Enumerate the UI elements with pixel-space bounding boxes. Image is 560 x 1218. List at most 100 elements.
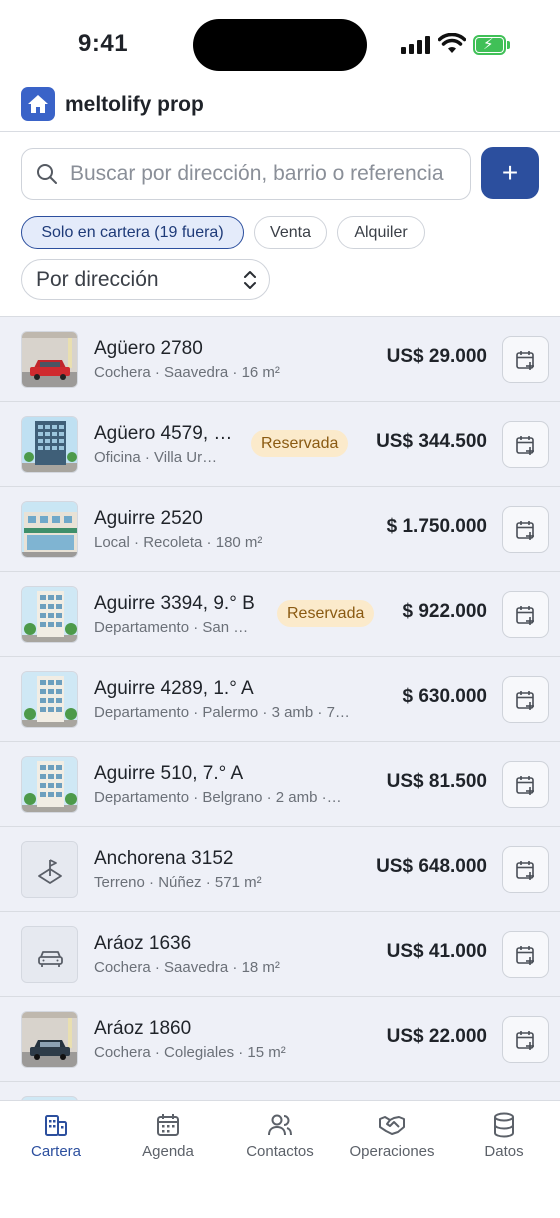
calendar-add-icon bbox=[515, 945, 534, 965]
tab-datos[interactable]: Datos bbox=[448, 1111, 560, 1171]
property-price: US$ 81.500 bbox=[386, 771, 487, 792]
property-price: US$ 41.000 bbox=[386, 941, 487, 962]
property-price: US$ 648.000 bbox=[376, 856, 487, 877]
property-row[interactable]: Aráoz 1860 Cochera · Colegiales · 15 m² … bbox=[0, 997, 560, 1082]
property-thumbnail-garage bbox=[21, 331, 78, 388]
property-address: Aráoz 1860 bbox=[94, 1018, 192, 1039]
property-price: US$ 22.000 bbox=[386, 1026, 487, 1047]
property-row[interactable]: Anchorena 3152 Terreno · Núñez · 571 m² … bbox=[0, 827, 560, 912]
property-thumbnail-office bbox=[21, 416, 78, 473]
land-plot-icon bbox=[21, 841, 78, 898]
wifi-icon bbox=[438, 33, 466, 53]
property-row[interactable]: Agüero 4579, … Oficina · Villa Ur… Reser… bbox=[0, 402, 560, 487]
dynamic-island bbox=[193, 19, 367, 71]
sort-select-value: Por dirección bbox=[36, 268, 159, 291]
chevron-up-down-icon bbox=[244, 271, 256, 289]
calendar-add-icon bbox=[515, 520, 534, 540]
property-address: Agüero 2780 bbox=[94, 338, 203, 359]
sort-select[interactable]: Por dirección bbox=[21, 259, 270, 300]
status-badge: Reservada bbox=[251, 430, 349, 457]
property-row[interactable]: Aguirre 510, 7.° A Departamento · Belgra… bbox=[0, 742, 560, 827]
handshake-icon bbox=[379, 1116, 405, 1135]
property-thumbnail-apartment bbox=[21, 586, 78, 643]
property-details: Cochera · Colegiales · 15 m² bbox=[94, 1044, 286, 1061]
property-address: Aguirre 4289, 1.° A bbox=[94, 678, 254, 699]
tab-label: Operaciones bbox=[349, 1143, 435, 1160]
property-details: Terreno · Núñez · 571 m² bbox=[94, 874, 262, 891]
property-thumbnail-garage bbox=[21, 1011, 78, 1068]
status-badge: Reservada bbox=[277, 600, 375, 627]
tab-label: Cartera bbox=[30, 1143, 82, 1160]
schedule-visit-button[interactable] bbox=[502, 591, 549, 638]
schedule-visit-button[interactable] bbox=[502, 676, 549, 723]
schedule-visit-button[interactable] bbox=[502, 931, 549, 978]
property-row[interactable] bbox=[0, 1082, 560, 1100]
filter-chip-alquiler[interactable]: Alquiler bbox=[337, 216, 425, 249]
tab-operaciones[interactable]: Operaciones bbox=[336, 1111, 448, 1171]
calendar-add-icon bbox=[515, 690, 534, 710]
app-header: meltolify prop bbox=[0, 80, 560, 132]
calendar-add-icon bbox=[515, 1030, 534, 1050]
calendar-add-icon bbox=[515, 350, 534, 370]
database-icon bbox=[494, 1112, 514, 1138]
property-details: Departamento · San … bbox=[94, 619, 249, 636]
schedule-visit-button[interactable] bbox=[502, 1016, 549, 1063]
status-time: 9:41 bbox=[78, 30, 129, 57]
search-icon bbox=[37, 164, 57, 184]
property-address: Aráoz 1636 bbox=[94, 933, 192, 954]
search-bar[interactable] bbox=[21, 148, 471, 200]
property-address: Anchorena 3152 bbox=[94, 848, 234, 869]
property-thumbnail-apartment bbox=[21, 671, 78, 728]
tab-cartera[interactable]: Cartera bbox=[0, 1111, 112, 1171]
app-title: meltolify prop bbox=[65, 93, 204, 116]
calendar-icon bbox=[157, 1114, 179, 1136]
tab-agenda[interactable]: Agenda bbox=[112, 1111, 224, 1171]
property-row[interactable]: Agüero 2780 Cochera · Saavedra · 16 m² U… bbox=[0, 317, 560, 402]
cellular-signal-icon bbox=[401, 36, 431, 54]
property-address: Aguirre 2520 bbox=[94, 508, 203, 529]
property-details: Oficina · Villa Ur… bbox=[94, 449, 218, 466]
property-price: $ 630.000 bbox=[402, 686, 487, 707]
property-thumbnail-storefront bbox=[21, 501, 78, 558]
schedule-visit-button[interactable] bbox=[502, 336, 549, 383]
status-bar: 9:41 ⚡ bbox=[0, 0, 560, 92]
property-price: $ 1.750.000 bbox=[386, 516, 487, 537]
people-icon bbox=[268, 1114, 292, 1136]
property-details: Departamento · Belgrano · 2 amb ·… bbox=[94, 789, 342, 806]
schedule-visit-button[interactable] bbox=[502, 506, 549, 553]
calendar-add-icon bbox=[515, 605, 534, 625]
property-details: Cochera · Saavedra · 18 m² bbox=[94, 959, 280, 976]
property-row[interactable]: Aguirre 2520 Local · Recoleta · 180 m² $… bbox=[0, 487, 560, 572]
calendar-add-icon bbox=[515, 860, 534, 880]
property-thumbnail-apartment bbox=[21, 756, 78, 813]
filter-chip-en-cartera[interactable]: Solo en cartera (19 fuera) bbox=[21, 216, 244, 249]
property-address: Aguirre 510, 7.° A bbox=[94, 763, 244, 784]
schedule-visit-button[interactable] bbox=[502, 421, 549, 468]
tab-label: Datos bbox=[484, 1143, 524, 1160]
property-price: US$ 344.500 bbox=[376, 431, 487, 452]
schedule-visit-button[interactable] bbox=[502, 846, 549, 893]
calendar-add-icon bbox=[515, 435, 534, 455]
property-details: Departamento · Palermo · 3 amb · 7… bbox=[94, 704, 350, 721]
property-price: $ 922.000 bbox=[402, 601, 487, 622]
bottom-tab-bar: Cartera Agenda Contactos Operaciones Dat… bbox=[0, 1100, 560, 1218]
tab-label: Contactos bbox=[246, 1143, 314, 1160]
filter-chip-venta[interactable]: Venta bbox=[254, 216, 327, 249]
property-details: Cochera · Saavedra · 16 m² bbox=[94, 364, 280, 381]
property-address: Aguirre 3394, 9.° B bbox=[94, 593, 255, 614]
tab-label: Agenda bbox=[142, 1143, 194, 1160]
property-list[interactable]: Agüero 2780 Cochera · Saavedra · 16 m² U… bbox=[0, 316, 560, 1100]
schedule-visit-button[interactable] bbox=[502, 761, 549, 808]
tab-contactos[interactable]: Contactos bbox=[224, 1111, 336, 1171]
property-details: Local · Recoleta · 180 m² bbox=[94, 534, 263, 551]
search-input[interactable] bbox=[70, 149, 462, 198]
battery-charging-icon: ⚡ bbox=[473, 35, 511, 55]
property-row[interactable]: Aráoz 1636 Cochera · Saavedra · 18 m² US… bbox=[0, 912, 560, 997]
calendar-add-icon bbox=[515, 775, 534, 795]
add-property-button[interactable]: + bbox=[481, 147, 539, 199]
property-address: Agüero 4579, … bbox=[94, 423, 233, 444]
property-row[interactable]: Aguirre 4289, 1.° A Departamento · Paler… bbox=[0, 657, 560, 742]
property-row[interactable]: Aguirre 3394, 9.° B Departamento · San …… bbox=[0, 572, 560, 657]
property-price: US$ 29.000 bbox=[386, 346, 487, 367]
house-icon bbox=[21, 87, 55, 121]
